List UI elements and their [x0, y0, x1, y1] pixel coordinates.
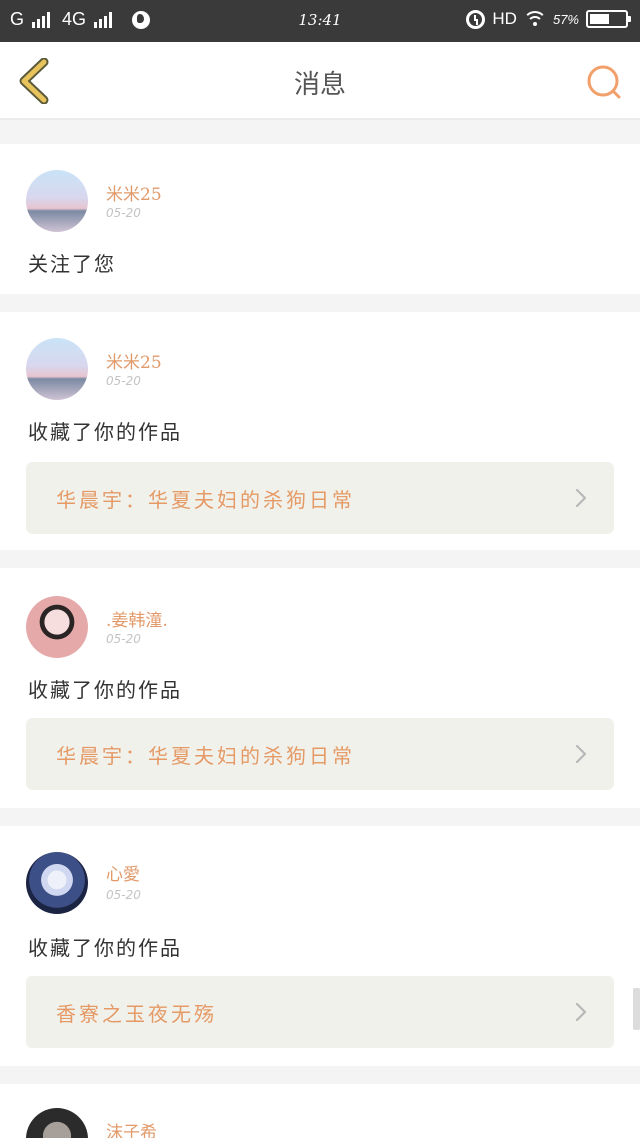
message-action: 收藏了你的作品 [28, 678, 182, 702]
work-link[interactable]: 香寮之玉夜无殇 [26, 976, 614, 1048]
avatar[interactable] [26, 596, 88, 658]
scrollbar[interactable] [633, 988, 640, 1030]
work-link[interactable]: 华晨宇：华夏夫妇的杀狗日常 [26, 718, 614, 790]
work-title: 华晨宇：华夏夫妇的杀狗日常 [56, 744, 355, 768]
chevron-right-icon [575, 488, 587, 508]
search-icon[interactable] [586, 64, 622, 100]
message-date: 05-20 [106, 206, 141, 220]
username[interactable]: 米米25 [106, 348, 162, 373]
message-date: 05-20 [106, 632, 141, 646]
status-bar: G 4G 13:41 HD 57% [0, 0, 640, 42]
nav-bar: 消息 [0, 42, 640, 120]
message-action: 收藏了你的作品 [28, 420, 182, 444]
page-title: 消息 [293, 70, 346, 100]
avatar[interactable] [26, 1108, 88, 1138]
message-card[interactable]: 心愛 05-20 收藏了你的作品 香寮之玉夜无殇 [0, 826, 640, 1066]
chevron-right-icon [575, 1002, 587, 1022]
message-action: 收藏了你的作品 [28, 936, 182, 960]
alarm-icon [466, 9, 486, 29]
avatar[interactable] [26, 338, 88, 400]
work-link[interactable]: 华晨宇：华夏夫妇的杀狗日常 [26, 462, 614, 534]
avatar[interactable] [26, 852, 88, 914]
battery-percent: 57% [552, 11, 579, 27]
status-right: HD 57% [466, 9, 631, 29]
message-card[interactable]: 沫子希 [0, 1084, 640, 1138]
message-card[interactable]: .姜韩潼. 05-20 收藏了你的作品 华晨宇：华夏夫妇的杀狗日常 [0, 568, 640, 808]
message-card[interactable]: 米米25 05-20 关注了您 [0, 144, 640, 294]
work-title: 香寮之玉夜无殇 [56, 1002, 217, 1026]
battery-icon [586, 10, 631, 28]
wifi-icon [523, 11, 546, 27]
message-date: 05-20 [106, 374, 141, 388]
username[interactable]: 心愛 [106, 860, 140, 885]
message-action: 关注了您 [28, 252, 116, 276]
message-card[interactable]: 米米25 05-20 收藏了你的作品 华晨宇：华夏夫妇的杀狗日常 [0, 312, 640, 550]
avatar[interactable] [26, 170, 88, 232]
hd-label: HD [492, 9, 517, 28]
username[interactable]: 沫子希 [106, 1118, 157, 1138]
message-date: 05-20 [106, 888, 141, 902]
work-title: 华晨宇：华夏夫妇的杀狗日常 [56, 488, 355, 512]
username[interactable]: .姜韩潼. [106, 606, 168, 631]
chevron-right-icon [575, 744, 587, 764]
username[interactable]: 米米25 [106, 180, 162, 205]
